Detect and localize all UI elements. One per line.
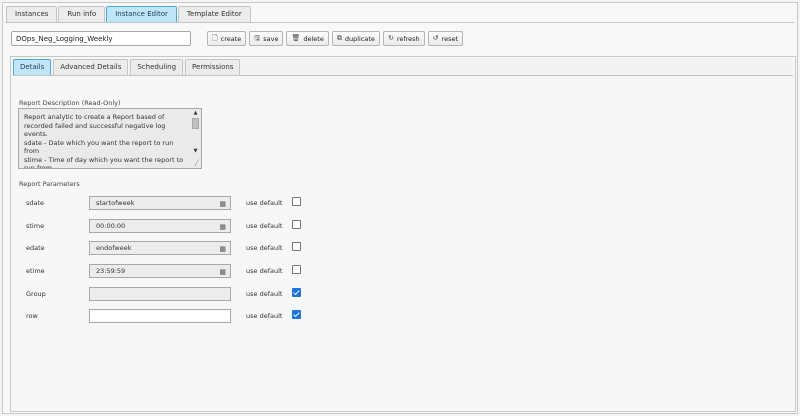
sdate-use-default-checkbox[interactable] xyxy=(292,197,301,206)
row-input[interactable] xyxy=(89,309,231,323)
refresh-button[interactable]: ↻ refresh xyxy=(382,31,425,46)
report-description-label: Report Description (Read-Only) xyxy=(19,99,121,107)
param-label: sdate xyxy=(26,199,45,207)
inner-tab-bar: Details Advanced Details Scheduling Perm… xyxy=(13,59,793,76)
delete-button-label: delete xyxy=(303,34,324,43)
tab-instances[interactable]: Instances xyxy=(6,6,58,23)
tab-instance-editor[interactable]: Instance Editor xyxy=(106,6,177,23)
edate-use-default-checkbox[interactable] xyxy=(292,242,301,251)
calendar-icon[interactable]: ▦ xyxy=(219,221,226,233)
report-description-text: Report analytic to create a Report based… xyxy=(24,113,184,169)
file-icon: 🗋 xyxy=(212,34,218,42)
report-description-textarea[interactable]: Report analytic to create a Report based… xyxy=(18,108,202,169)
create-button-label: create xyxy=(220,34,242,43)
toolbar: 🗋 create 🖫 save 🗑 delete ⧉ duplicate ↻ r… xyxy=(207,31,466,46)
use-default-label: use default xyxy=(246,267,283,275)
param-label: Group xyxy=(26,290,46,298)
save-button-label: save xyxy=(263,34,279,43)
param-value: 23:59:59 xyxy=(96,267,126,275)
param-row-etime: etime 23:59:59 ▦ use default xyxy=(11,264,331,279)
param-label: edate xyxy=(26,244,45,252)
scroll-thumb[interactable] xyxy=(192,118,199,129)
tab-divider xyxy=(6,22,794,23)
report-parameters-label: Report Parameters xyxy=(19,180,80,188)
top-tab-bar: Instances Run info Instance Editor Templ… xyxy=(6,6,252,23)
duplicate-button[interactable]: ⧉ duplicate xyxy=(331,31,380,46)
param-row-stime: stime 00:00:00 ▦ use default xyxy=(11,219,331,234)
calendar-icon[interactable]: ▦ xyxy=(219,198,226,210)
use-default-label: use default xyxy=(246,312,283,320)
calendar-icon[interactable]: ▦ xyxy=(219,243,226,255)
scroll-down-icon[interactable]: ▼ xyxy=(191,148,200,155)
calendar-icon[interactable]: ▦ xyxy=(219,266,226,278)
instance-name-input[interactable] xyxy=(11,31,191,46)
create-button[interactable]: 🗋 create xyxy=(207,31,247,46)
group-input[interactable] xyxy=(89,287,231,301)
param-label: etime xyxy=(26,267,45,275)
tab-template-editor[interactable]: Template Editor xyxy=(177,6,251,23)
tab-run-info[interactable]: Run info xyxy=(58,6,106,23)
tab-permissions[interactable]: Permissions xyxy=(185,59,241,75)
param-row-group: Group use default xyxy=(11,287,331,302)
param-row-sdate: sdate startofweek ▦ use default xyxy=(11,196,331,211)
undo-icon: ↺ xyxy=(432,34,439,42)
copy-icon: ⧉ xyxy=(336,34,342,42)
row-use-default-checkbox[interactable] xyxy=(292,310,301,319)
param-value: 00:00:00 xyxy=(96,222,126,230)
delete-button[interactable]: 🗑 delete xyxy=(286,31,329,46)
floppy-disk-icon: 🖫 xyxy=(254,34,261,42)
refresh-button-label: refresh xyxy=(396,34,420,43)
tab-scheduling[interactable]: Scheduling xyxy=(130,59,184,75)
use-default-label: use default xyxy=(246,244,283,252)
stime-use-default-checkbox[interactable] xyxy=(292,220,301,229)
param-row-row: row use default xyxy=(11,309,331,324)
sdate-input[interactable]: startofweek ▦ xyxy=(89,196,231,210)
app-window: Instances Run info Instance Editor Templ… xyxy=(2,2,798,414)
save-button[interactable]: 🖫 save xyxy=(249,31,284,46)
param-label: row xyxy=(26,312,38,320)
use-default-label: use default xyxy=(246,290,283,298)
etime-input[interactable]: 23:59:59 ▦ xyxy=(89,264,231,278)
details-panel: Details Advanced Details Scheduling Perm… xyxy=(10,56,796,412)
edate-input[interactable]: endofweek ▦ xyxy=(89,241,231,255)
use-default-label: use default xyxy=(246,222,283,230)
param-label: stime xyxy=(26,222,45,230)
tab-advanced-details[interactable]: Advanced Details xyxy=(53,59,129,75)
param-value: endofweek xyxy=(96,244,132,252)
trash-icon: 🗑 xyxy=(291,34,301,42)
reset-button[interactable]: ↺ reset xyxy=(427,31,464,46)
param-row-edate: edate endofweek ▦ use default xyxy=(11,241,331,256)
refresh-icon: ↻ xyxy=(387,34,394,42)
group-use-default-checkbox[interactable] xyxy=(292,288,301,297)
tab-details[interactable]: Details xyxy=(13,59,52,75)
use-default-label: use default xyxy=(246,199,283,207)
reset-button-label: reset xyxy=(441,34,459,43)
duplicate-button-label: duplicate xyxy=(344,34,375,43)
resize-handle-icon[interactable]: ╱ xyxy=(193,160,200,167)
stime-input[interactable]: 00:00:00 ▦ xyxy=(89,219,231,233)
param-value: startofweek xyxy=(96,199,135,207)
etime-use-default-checkbox[interactable] xyxy=(292,265,301,274)
scroll-up-icon[interactable]: ▲ xyxy=(191,110,200,117)
textarea-scrollbar[interactable]: ▲ ▼ xyxy=(191,110,200,164)
